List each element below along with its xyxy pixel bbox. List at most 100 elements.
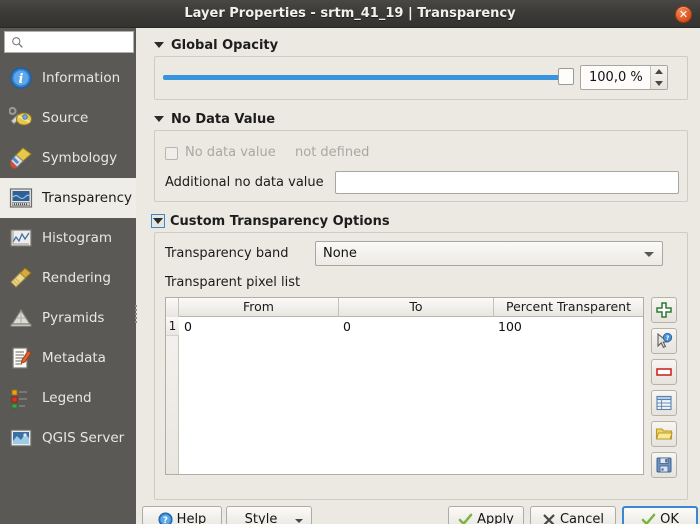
sidebar-item-label: Source xyxy=(42,110,88,126)
sidebar-item-label: QGIS Server xyxy=(42,430,124,446)
check-icon xyxy=(458,512,473,524)
ok-button[interactable]: OK xyxy=(622,506,698,524)
chevron-down-icon xyxy=(154,42,164,48)
symbology-icon xyxy=(8,145,34,171)
table-cell-percent[interactable]: 100 xyxy=(494,317,643,336)
no-data-value-group-header[interactable]: No Data Value xyxy=(154,110,275,128)
import-from-file-button[interactable] xyxy=(651,421,677,447)
export-to-file-button[interactable] xyxy=(651,452,677,478)
table-cell-from[interactable]: 0 xyxy=(180,317,339,336)
transparency-band-value: None xyxy=(323,242,357,265)
global-opacity-group-body: 100,0 % xyxy=(154,56,688,100)
chevron-down-icon[interactable] xyxy=(151,214,165,228)
chevron-down-icon xyxy=(644,252,654,257)
cancel-button[interactable]: Cancel xyxy=(530,506,616,524)
no-data-value-checkbox-label: No data value xyxy=(185,145,276,160)
sidebar-item-pyramids[interactable]: Pyramids xyxy=(0,298,136,338)
transparency-band-combo[interactable]: None xyxy=(315,241,663,266)
global-opacity-spinbox[interactable]: 100,0 % xyxy=(580,65,668,90)
rendering-icon xyxy=(8,265,34,291)
sidebar: i Information Source xyxy=(0,28,136,524)
green-plus-icon xyxy=(655,301,673,319)
help-button-label: Help xyxy=(177,512,207,524)
custom-transparency-title: Custom Transparency Options xyxy=(170,214,390,229)
folder-icon xyxy=(655,425,673,443)
spinner-up-icon[interactable] xyxy=(655,69,663,74)
style-button[interactable]: Style xyxy=(226,506,312,524)
no-data-value-checkbox[interactable] xyxy=(165,147,178,160)
sidebar-item-rendering[interactable]: Rendering xyxy=(0,258,136,298)
table-row-gutter xyxy=(166,317,179,474)
default-values-button[interactable] xyxy=(651,390,677,416)
add-values-from-display-button[interactable]: ? xyxy=(651,328,677,354)
transparent-pixel-list-table[interactable]: From To Percent Transparent 1 0 0 100 xyxy=(165,297,644,475)
sidebar-splitter-handle[interactable] xyxy=(135,303,139,327)
sidebar-item-qgis-server[interactable]: QGIS Server xyxy=(0,418,136,458)
sidebar-item-label: Transparency xyxy=(42,190,132,206)
spinner-down-icon[interactable] xyxy=(655,81,663,86)
transparency-band-label: Transparency band xyxy=(165,246,289,261)
sidebar-item-information[interactable]: i Information xyxy=(0,58,136,98)
source-icon xyxy=(8,105,34,131)
sidebar-item-histogram[interactable]: Histogram xyxy=(0,218,136,258)
svg-text:?: ? xyxy=(163,515,168,524)
sidebar-item-label: Symbology xyxy=(42,150,117,166)
style-button-label: Style xyxy=(245,512,278,524)
chevron-down-icon[interactable] xyxy=(295,519,303,523)
qgis-server-icon xyxy=(8,425,34,451)
global-opacity-group-header[interactable]: Global Opacity xyxy=(154,36,278,54)
sidebar-item-label: Information xyxy=(42,70,120,86)
table-corner-cell xyxy=(166,298,179,317)
search-input[interactable] xyxy=(27,32,131,52)
table-cell-to[interactable]: 0 xyxy=(339,317,494,336)
sidebar-item-label: Rendering xyxy=(42,270,111,286)
sidebar-item-label: Pyramids xyxy=(42,310,104,326)
sidebar-item-label: Histogram xyxy=(42,230,112,246)
main-panel: Global Opacity 100,0 % No Data Value No … xyxy=(140,28,700,524)
custom-transparency-group-header[interactable]: Custom Transparency Options xyxy=(151,212,390,230)
sidebar-item-transparency[interactable]: Transparency xyxy=(0,178,136,218)
sidebar-item-legend[interactable]: Legend xyxy=(0,378,136,418)
remove-selected-row-button[interactable] xyxy=(651,359,677,385)
check-icon xyxy=(641,512,656,524)
transparent-pixel-list-label: Transparent pixel list xyxy=(165,275,300,290)
table-icon xyxy=(655,394,673,412)
search-box[interactable] xyxy=(4,31,134,53)
no-data-value-group-body: No data value not defined Additional no … xyxy=(154,130,688,202)
help-button[interactable]: ? Help xyxy=(142,506,222,524)
add-values-manually-button[interactable] xyxy=(651,297,677,323)
spinner-arrows[interactable] xyxy=(650,66,667,89)
apply-button[interactable]: Apply xyxy=(448,506,524,524)
sidebar-nav: i Information Source xyxy=(0,58,136,458)
no-data-value-status: not defined xyxy=(295,145,369,160)
sidebar-item-symbology[interactable]: Symbology xyxy=(0,138,136,178)
sidebar-item-label: Metadata xyxy=(42,350,106,366)
sidebar-item-metadata[interactable]: Metadata xyxy=(0,338,136,378)
floppy-disk-icon xyxy=(655,456,673,474)
table-column-header-percent[interactable]: Percent Transparent xyxy=(494,298,643,317)
red-minus-icon xyxy=(655,363,673,381)
additional-no-data-value-field[interactable] xyxy=(335,171,679,194)
svg-text:i: i xyxy=(19,72,24,87)
search-icon xyxy=(11,36,24,49)
information-icon: i xyxy=(8,65,34,91)
global-opacity-slider[interactable] xyxy=(163,75,563,80)
chevron-down-icon xyxy=(154,116,164,122)
close-x-icon xyxy=(542,513,556,524)
sidebar-item-source[interactable]: Source xyxy=(0,98,136,138)
legend-icon xyxy=(8,385,34,411)
global-opacity-value: 100,0 % xyxy=(589,66,643,89)
table-row-number[interactable]: 1 xyxy=(166,317,179,336)
close-icon[interactable]: ✕ xyxy=(675,6,692,23)
histogram-icon xyxy=(8,225,34,251)
apply-button-label: Apply xyxy=(477,512,514,524)
transparency-icon xyxy=(8,185,34,211)
help-icon: ? xyxy=(158,512,173,524)
global-opacity-slider-handle[interactable] xyxy=(558,68,574,85)
table-column-header-from[interactable]: From xyxy=(179,298,339,317)
metadata-icon xyxy=(8,345,34,371)
window-title: Layer Properties - srtm_41_19 | Transpar… xyxy=(0,0,700,28)
layer-properties-dialog: Layer Properties - srtm_41_19 | Transpar… xyxy=(0,0,700,524)
additional-no-data-value-label: Additional no data value xyxy=(165,175,324,190)
table-column-header-to[interactable]: To xyxy=(339,298,494,317)
